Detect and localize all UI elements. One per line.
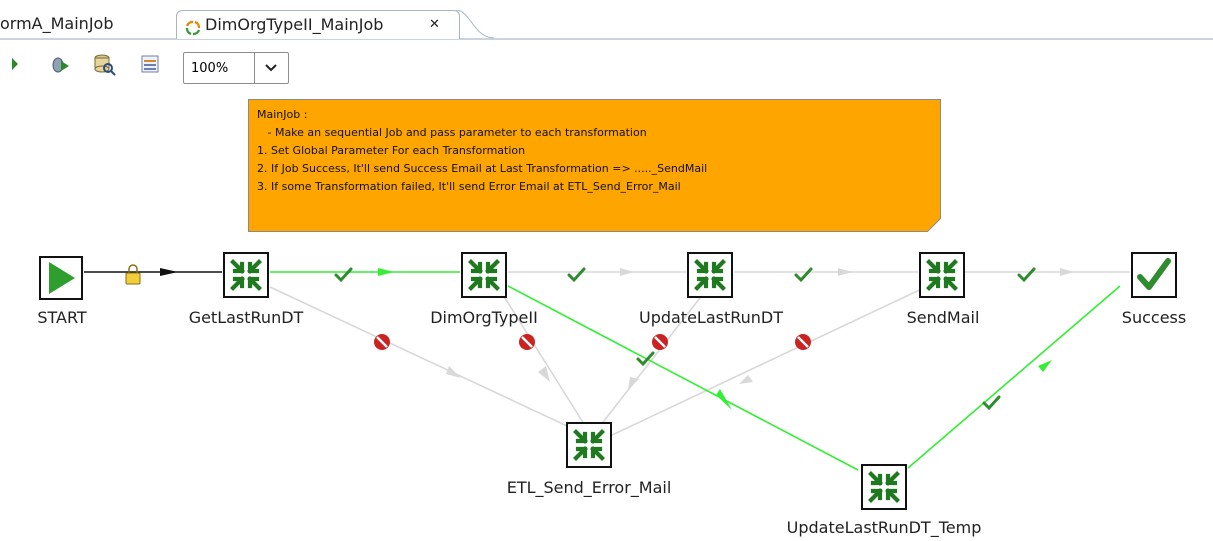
close-icon[interactable]: ✕ — [429, 11, 440, 39]
arrowhead — [838, 268, 852, 276]
check-icon — [567, 267, 586, 283]
job-canvas[interactable] — [0, 92, 1213, 541]
error-icon — [374, 334, 390, 350]
chevron-down-icon[interactable] — [260, 56, 282, 78]
transformation-icon — [868, 471, 900, 503]
updatelastrundt-temp-label: UpdateLastRunDT_Temp — [786, 518, 982, 537]
tab-ormA-mainjob[interactable]: ormA_MainJob — [0, 10, 113, 38]
updatelastrundt-temp-node[interactable] — [861, 464, 907, 510]
arrowhead — [378, 268, 394, 276]
start-label: START — [37, 308, 87, 327]
transformation-icon — [230, 259, 262, 291]
start-node[interactable] — [39, 256, 83, 300]
arrowhead — [446, 366, 461, 378]
check-icon — [1017, 267, 1036, 283]
error-hops — [269, 284, 931, 437]
inspect-database-icon[interactable] — [92, 52, 116, 76]
editor-tab-bar: ormA_MainJob DimOrgTypeII_MainJob ✕ — [0, 0, 1213, 40]
tab-label: DimOrgTypeII_MainJob — [205, 15, 384, 34]
check-icon — [794, 267, 813, 283]
arrowhead — [160, 268, 178, 276]
updatelastrundt-label: UpdateLastRunDT — [638, 308, 784, 327]
getlastrundt-node[interactable] — [223, 252, 269, 298]
success-check-icon — [1137, 258, 1171, 290]
arrowhead — [716, 389, 732, 410]
lock-icon — [125, 264, 141, 285]
layout-icon[interactable] — [138, 52, 162, 76]
error-icon — [519, 334, 535, 350]
updatelastrundt-node[interactable] — [687, 252, 733, 298]
arrowhead — [620, 268, 634, 276]
dimorgtypeii-node[interactable] — [461, 252, 507, 298]
success-label: Success — [1121, 308, 1187, 327]
zoom-value: 100% — [191, 61, 229, 76]
arrowhead — [1060, 268, 1074, 276]
transformation-icon — [573, 429, 605, 461]
dimorgtypeii-label: DimOrgTypeII — [430, 308, 538, 327]
sendmail-label: SendMail — [906, 308, 980, 327]
check-icon — [982, 395, 1001, 411]
transformation-icon — [468, 259, 500, 291]
transformation-icon — [694, 259, 726, 291]
grey-arrowheads — [446, 268, 1074, 390]
zoom-select[interactable]: 100% — [183, 52, 289, 84]
check-icon — [334, 267, 353, 283]
error-badges — [374, 334, 811, 350]
arrowhead — [739, 375, 753, 384]
zoom-separator — [254, 53, 255, 83]
active-hops — [270, 271, 1121, 471]
arrowhead — [628, 377, 639, 390]
tab-label: ormA_MainJob — [0, 14, 114, 33]
error-icon — [652, 334, 668, 350]
toolbar — [0, 40, 1213, 92]
play-icon — [49, 262, 75, 294]
run-icon[interactable] — [4, 52, 28, 76]
transformation-icon — [926, 259, 958, 291]
job-icon — [185, 17, 201, 36]
error-icon — [795, 334, 811, 350]
tab-slant — [456, 10, 495, 39]
debug-icon[interactable] — [48, 52, 72, 76]
sendmail-node[interactable] — [919, 252, 965, 298]
tab-dimorgtypeii-mainjob[interactable]: DimOrgTypeII_MainJob ✕ — [176, 10, 460, 39]
getlastrundt-label: GetLastRunDT — [188, 308, 304, 327]
arrowhead — [1038, 360, 1052, 372]
etl-send-error-mail-label: ETL_Send_Error_Mail — [506, 478, 672, 497]
success-node[interactable] — [1131, 252, 1177, 298]
etl-send-error-mail-node[interactable] — [566, 422, 612, 468]
